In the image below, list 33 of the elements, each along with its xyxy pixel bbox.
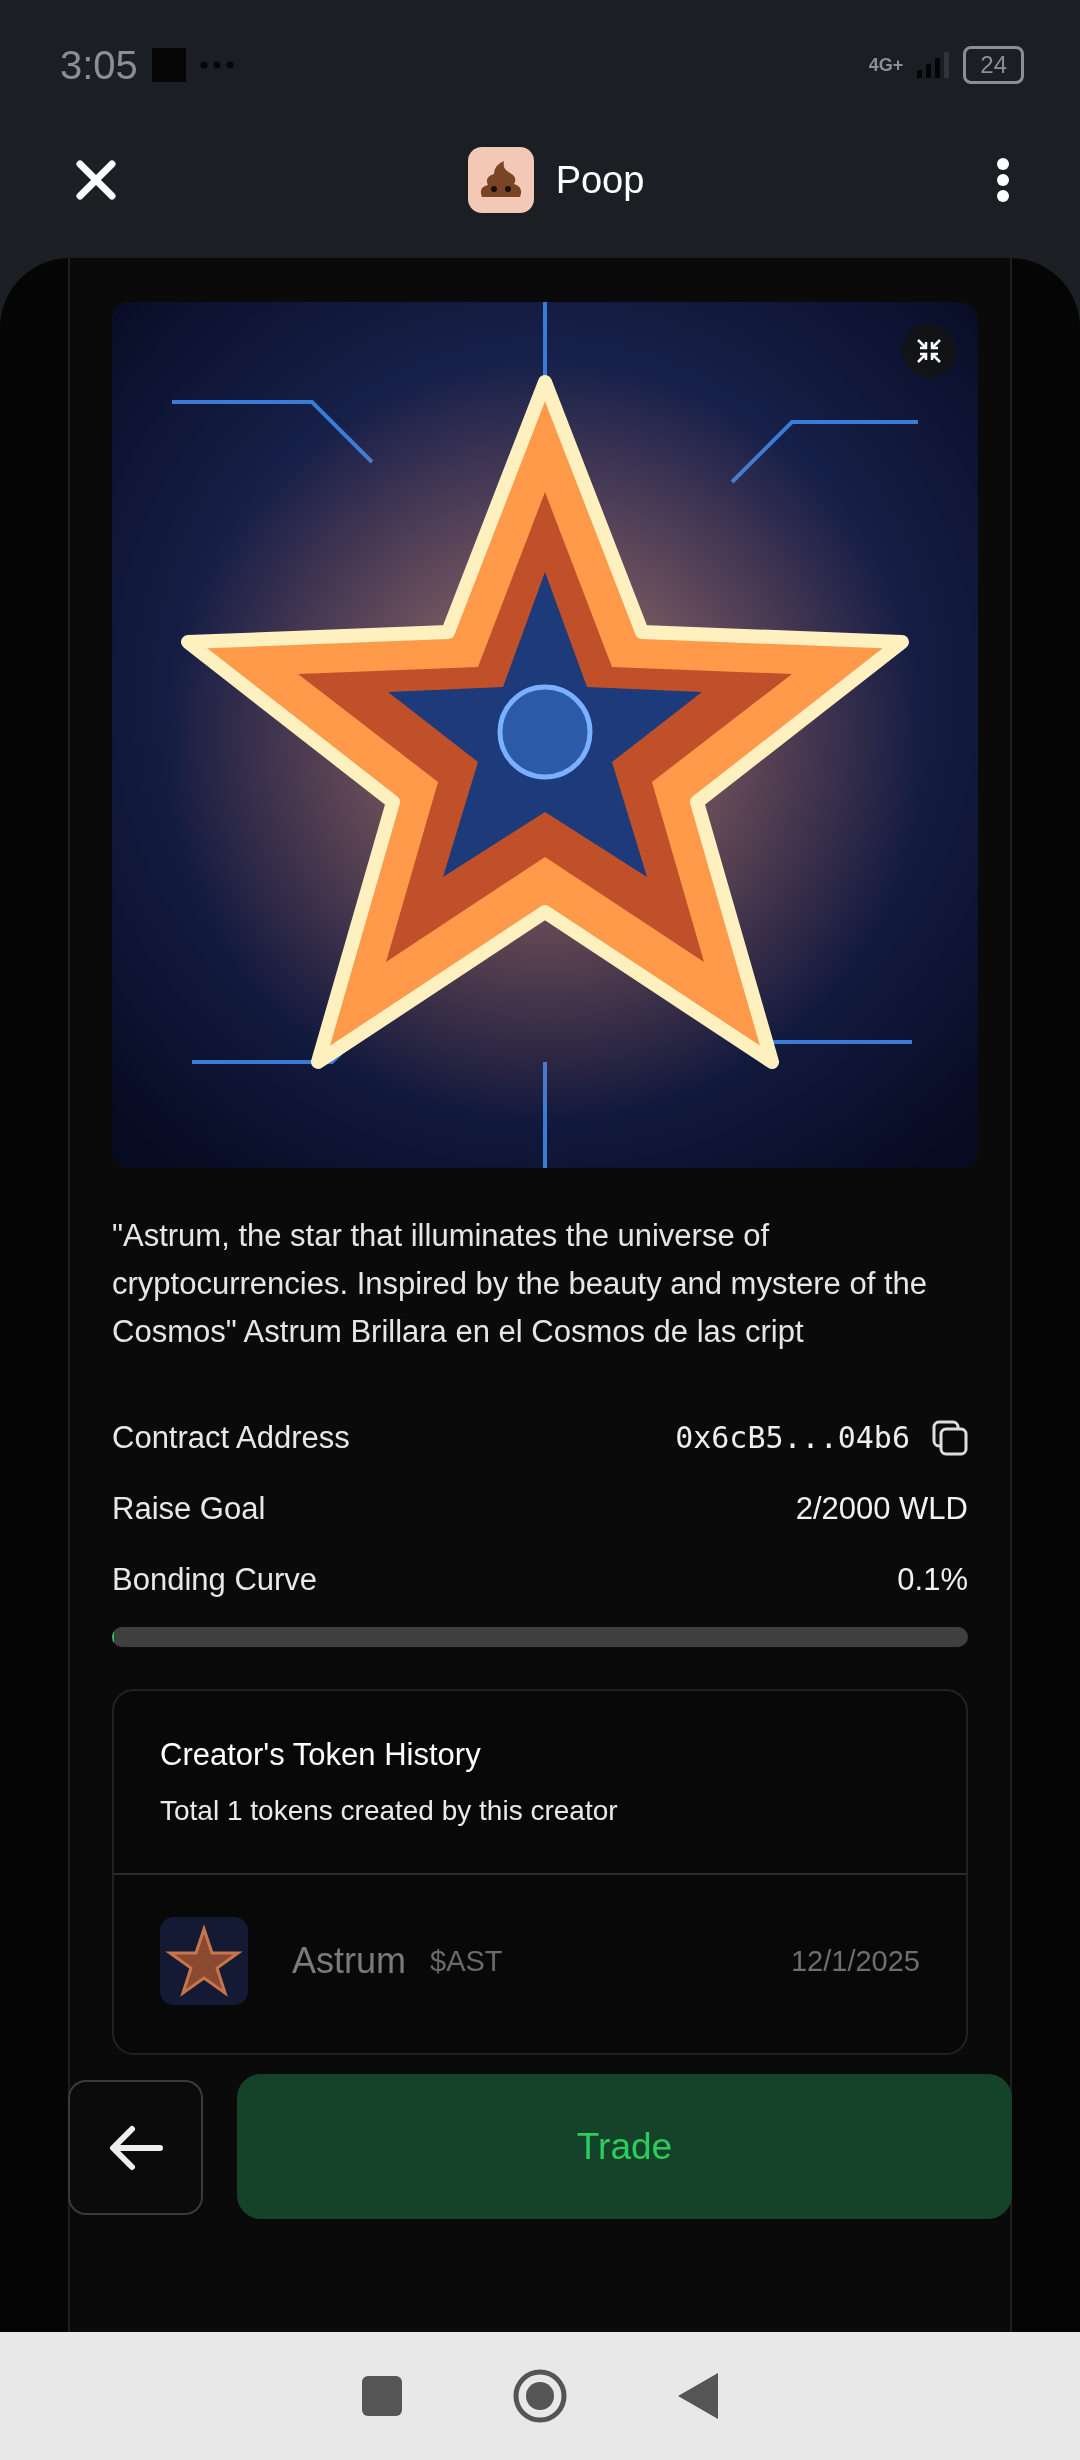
network-type: 4G+ [868, 54, 904, 76]
back-arrow-icon [107, 2124, 164, 2171]
detail-value: 0.1% [897, 1561, 968, 1598]
token-date: 12/1/2025 [791, 1944, 920, 1978]
star-token-icon [160, 1917, 248, 2005]
status-time: 3:05 [60, 42, 138, 88]
signal-icon [917, 52, 950, 78]
app-title: Poop [555, 158, 645, 202]
notification-icon [151, 48, 186, 82]
detail-value: 2/2000 WLD [795, 1490, 968, 1527]
collapse-icon [916, 338, 942, 364]
back-button[interactable] [68, 2080, 203, 2215]
token-row[interactable]: Astrum $AST 12/1/2025 [114, 1875, 966, 2053]
more-notifications-icon [199, 61, 234, 69]
detail-label: Raise Goal [112, 1490, 266, 1527]
close-button[interactable] [76, 160, 116, 200]
close-icon [76, 160, 116, 200]
contract-address: 0x6cB5...04b6 [675, 1420, 910, 1455]
history-subtitle: Total 1 tokens created by this creator [160, 1795, 619, 1827]
more-menu-button[interactable] [996, 157, 1010, 203]
poop-emoji-icon [467, 147, 534, 213]
detail-label: Contract Address [112, 1419, 350, 1456]
trade-button[interactable]: Trade [237, 2074, 1012, 2219]
token-description: "Astrum, the star that illuminates the universe of cryptocurrencies. Inspired by the beauty and mystere of the Cosmos" Astrum Brillara en el Cosmos de las cript [112, 1217, 929, 1351]
home-button[interactable] [512, 2368, 568, 2424]
copy-icon[interactable] [932, 1419, 968, 1456]
detail-label: Bonding Curve [112, 1561, 318, 1598]
history-title: Creator's Token History [160, 1737, 482, 1773]
token-name: Astrum [292, 1940, 406, 1982]
battery-level: 24 [963, 46, 1024, 84]
back-nav-button[interactable] [678, 2373, 718, 2419]
more-icon [996, 157, 1010, 203]
token-ticker: $AST [430, 1944, 503, 1978]
